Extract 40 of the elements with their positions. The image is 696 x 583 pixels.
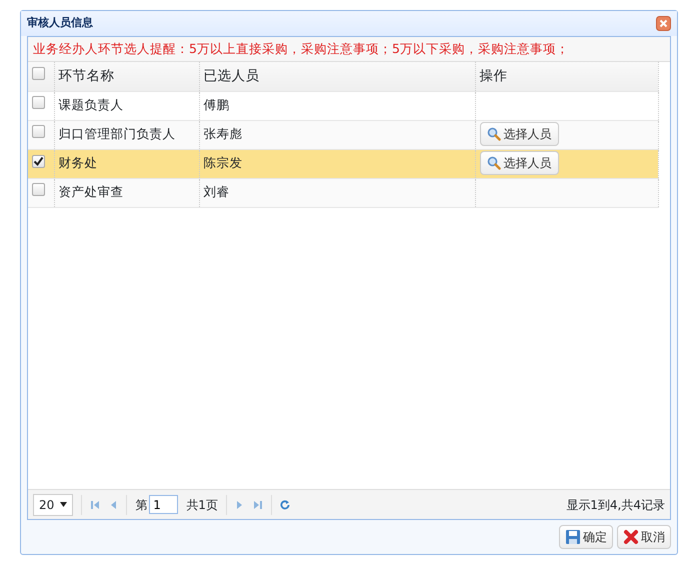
close-icon[interactable] xyxy=(656,16,671,31)
first-page-icon[interactable] xyxy=(90,500,100,510)
table-cell: 陈宗发 xyxy=(199,149,475,178)
table-cell: 财务处 xyxy=(54,149,199,178)
table-cell: 课题负责人 xyxy=(54,91,199,120)
window-title: 审核人员信息 xyxy=(27,15,93,32)
table-cell: 归口管理部门负责人 xyxy=(54,120,199,149)
refresh-icon[interactable] xyxy=(280,500,290,510)
page-count: 共1页 xyxy=(186,496,218,514)
checkbox[interactable] xyxy=(32,183,45,196)
save-button[interactable]: 确定 xyxy=(559,525,613,549)
table-row[interactable]: 资产处审查 刘睿 xyxy=(28,178,658,207)
table-row[interactable]: 课题负责人 傅鹏 xyxy=(28,91,658,120)
select-person-button[interactable]: 选择人员 xyxy=(480,151,558,176)
page-label: 第 xyxy=(135,496,148,514)
page-size-select[interactable]: 20 xyxy=(33,494,74,516)
search-icon xyxy=(486,156,500,170)
checkbox[interactable] xyxy=(32,125,45,138)
caret-icon xyxy=(60,502,68,507)
column-header: 已选人员 xyxy=(199,62,475,91)
checkbox[interactable] xyxy=(32,67,45,80)
last-page-icon[interactable] xyxy=(252,500,263,510)
table-cell: 刘睿 xyxy=(199,178,475,207)
checkbox[interactable] xyxy=(32,96,45,110)
page-input[interactable]: 1 xyxy=(149,495,178,514)
table-row[interactable]: 归口管理部门负责人 张寿彪 选择人员 xyxy=(28,120,658,149)
pager-summary: 显示1到4,共4记录 xyxy=(566,496,665,514)
table-row[interactable]: 财务处 陈宗发 选择人员 xyxy=(28,149,658,178)
table-cell: 张寿彪 xyxy=(199,120,475,149)
cancel-button[interactable]: 取消 xyxy=(617,525,671,549)
cancel-icon xyxy=(623,529,639,545)
notice-text: 业务经办人环节选人提醒：5万以上直接采购，采购注意事项；5万以下采购，采购注意事项； xyxy=(28,37,670,62)
select-person-button[interactable]: 选择人员 xyxy=(480,122,558,146)
checkbox[interactable] xyxy=(32,155,45,168)
column-header: 操作 xyxy=(475,62,658,91)
column-header: 环节名称 xyxy=(54,62,199,91)
table-cell: 资产处审查 xyxy=(54,178,199,207)
save-icon xyxy=(565,529,581,545)
search-icon xyxy=(486,127,500,142)
table-cell: 傅鹏 xyxy=(199,91,475,120)
